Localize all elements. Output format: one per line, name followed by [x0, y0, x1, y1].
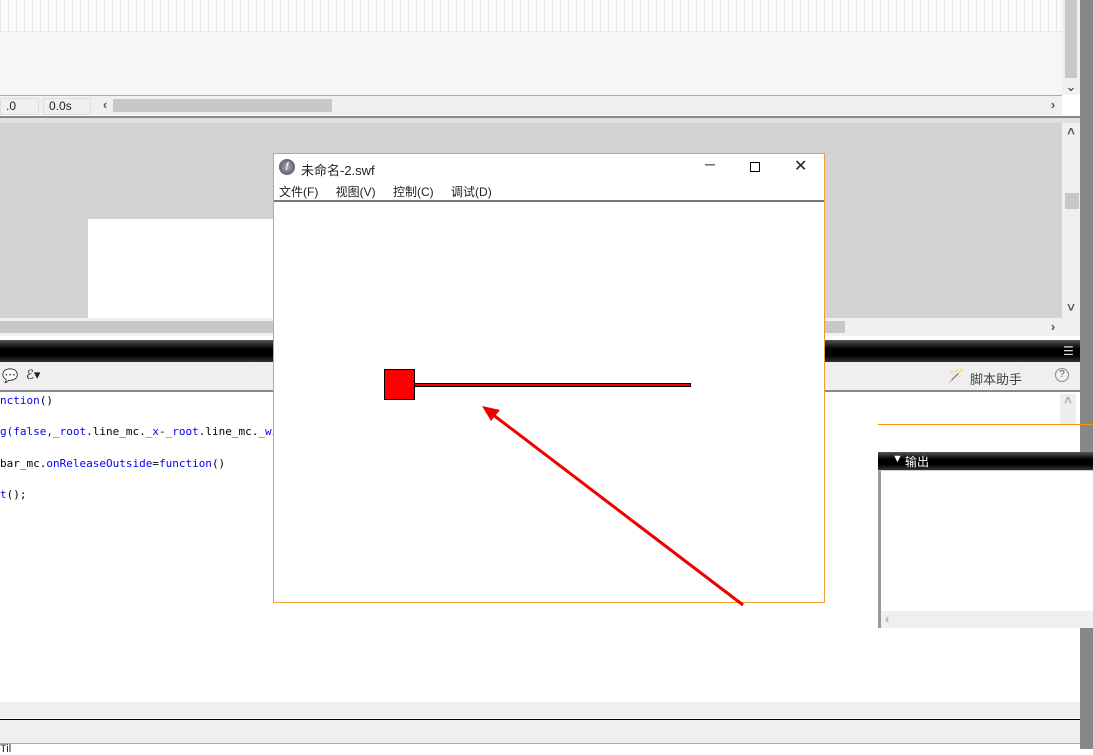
arrow-shaft	[491, 412, 744, 607]
annotation-arrow	[482, 406, 744, 607]
